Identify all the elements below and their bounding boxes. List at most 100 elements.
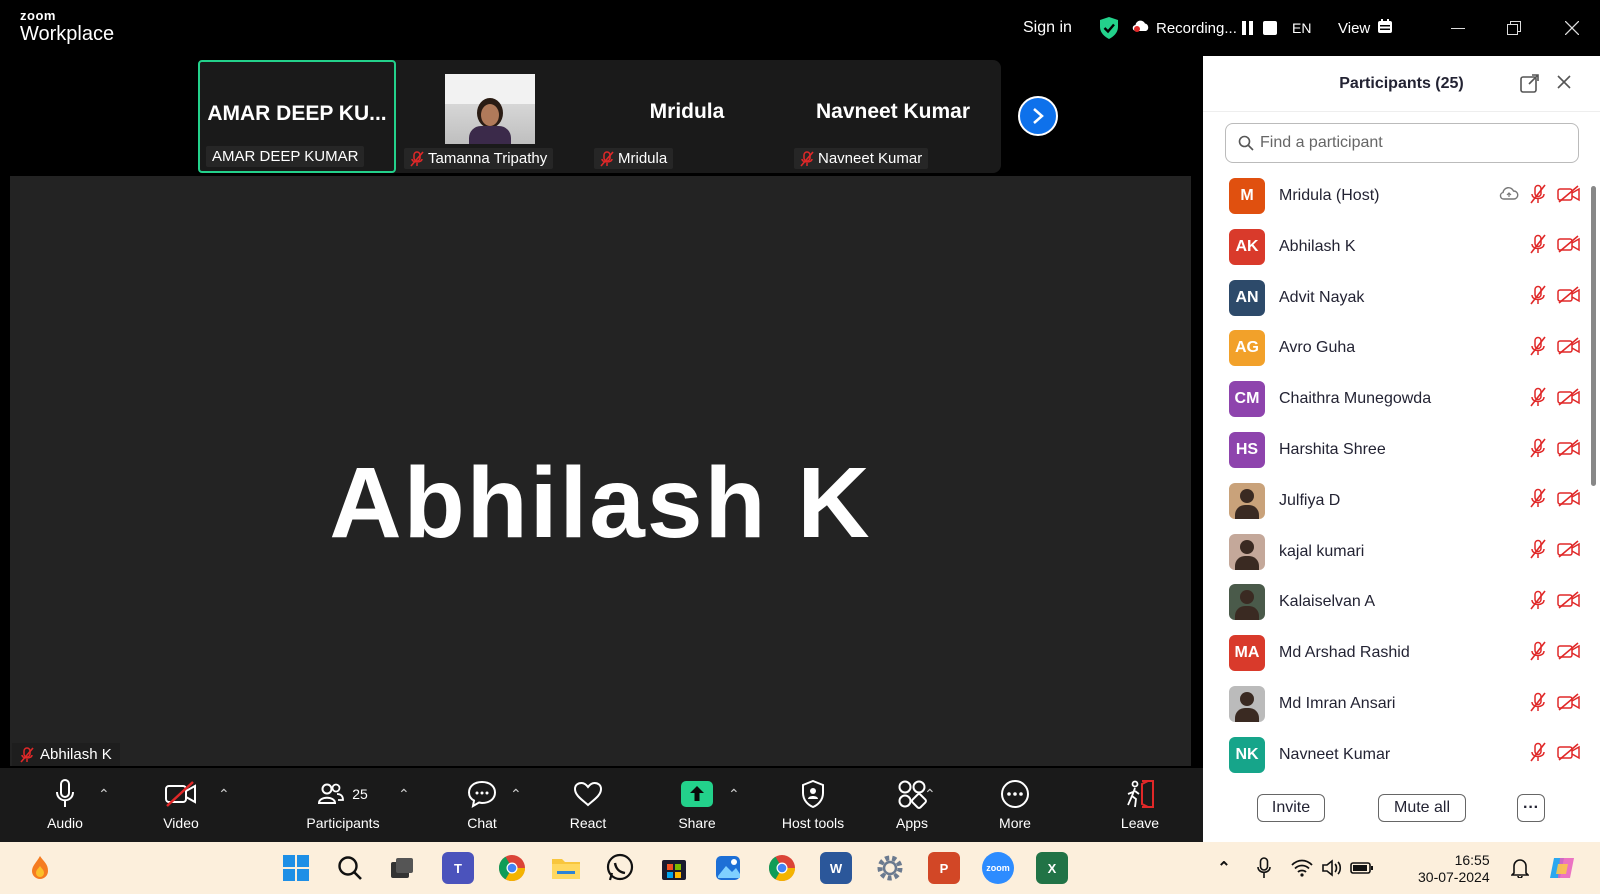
participants-options-caret-icon[interactable]: ⌃ bbox=[398, 786, 410, 803]
react-button[interactable]: React bbox=[566, 768, 610, 842]
thumbnail-tile[interactable]: Tamanna Tripathy bbox=[398, 60, 596, 173]
recording-status[interactable]: Recording... bbox=[1132, 0, 1237, 56]
chat-button[interactable]: Chat bbox=[460, 768, 504, 842]
video-off-icon[interactable] bbox=[1557, 184, 1581, 208]
view-button[interactable]: View bbox=[1338, 0, 1393, 56]
participant-row[interactable]: AG Avro Guha bbox=[1203, 322, 1583, 374]
sign-in-link[interactable]: Sign in bbox=[1023, 0, 1072, 56]
video-off-icon[interactable] bbox=[1557, 591, 1581, 614]
video-off-icon[interactable] bbox=[1557, 286, 1581, 309]
file-explorer-icon[interactable] bbox=[550, 852, 582, 884]
participants-button[interactable]: 25 Participants bbox=[300, 768, 386, 842]
video-off-icon[interactable] bbox=[1557, 692, 1581, 716]
muted-mic-icon[interactable] bbox=[1529, 539, 1547, 564]
chrome-profile-icon[interactable] bbox=[496, 852, 528, 884]
language-button[interactable]: EN bbox=[1292, 0, 1311, 56]
participant-row[interactable]: Kalaiselvan A bbox=[1203, 576, 1583, 628]
video-off-icon[interactable] bbox=[1557, 489, 1581, 512]
notifications-bell-icon[interactable] bbox=[1504, 852, 1536, 884]
show-hidden-icons-chevron-icon[interactable]: ⌃ bbox=[1208, 852, 1240, 884]
video-off-icon[interactable] bbox=[1557, 642, 1581, 665]
video-off-icon[interactable] bbox=[1557, 235, 1581, 258]
battery-icon[interactable] bbox=[1346, 852, 1378, 884]
microsoft-store-icon[interactable] bbox=[658, 852, 690, 884]
search-taskbar-icon[interactable] bbox=[334, 852, 366, 884]
thumbnail-tile[interactable]: AMAR DEEP KU... AMAR DEEP KUMAR bbox=[198, 60, 396, 173]
apps-button[interactable]: Apps bbox=[890, 768, 934, 842]
muted-mic-icon[interactable] bbox=[1529, 336, 1547, 361]
muted-mic-icon[interactable] bbox=[1529, 590, 1547, 615]
video-thumbnail-strip: AMAR DEEP KU... AMAR DEEP KUMAR Tamanna … bbox=[198, 60, 1001, 173]
apps-options-caret-icon[interactable]: ⌃ bbox=[924, 786, 936, 803]
video-off-icon[interactable] bbox=[1557, 438, 1581, 462]
thumbnail-tile[interactable]: Mridula Mridula bbox=[588, 60, 786, 173]
powerpoint-icon[interactable]: P bbox=[928, 852, 960, 884]
participant-row[interactable]: AK Abhilash K bbox=[1203, 221, 1583, 273]
security-shield-icon[interactable] bbox=[1098, 0, 1120, 56]
settings-gear-icon[interactable] bbox=[874, 852, 906, 884]
video-button[interactable]: Video bbox=[158, 768, 204, 842]
participant-list-scrollbar[interactable] bbox=[1591, 186, 1596, 486]
host-tools-button[interactable]: Host tools bbox=[768, 768, 858, 842]
wifi-icon[interactable] bbox=[1286, 852, 1318, 884]
muted-mic-icon[interactable] bbox=[1529, 692, 1547, 717]
more-button[interactable]: More bbox=[993, 768, 1037, 842]
muted-mic-icon[interactable] bbox=[1529, 184, 1547, 209]
participant-row[interactable]: HS Harshita Shree bbox=[1203, 424, 1583, 476]
whatsapp-icon[interactable] bbox=[604, 852, 636, 884]
participant-row[interactable]: AN Advit Nayak bbox=[1203, 272, 1583, 324]
participants-panel: Participants (25) Find a participant M Mr… bbox=[1203, 56, 1600, 842]
participant-row[interactable]: CM Chaithra Munegowda bbox=[1203, 373, 1583, 425]
muted-mic-icon[interactable] bbox=[1529, 488, 1547, 513]
close-panel-icon[interactable] bbox=[1557, 75, 1571, 94]
microphone-tray-icon[interactable] bbox=[1248, 852, 1280, 884]
invite-button[interactable]: Invite bbox=[1257, 794, 1325, 822]
muted-mic-icon[interactable] bbox=[1529, 285, 1547, 310]
leave-button[interactable]: Leave bbox=[1118, 768, 1162, 842]
share-button[interactable]: Share bbox=[675, 768, 719, 842]
restore-window-button[interactable] bbox=[1486, 0, 1542, 56]
widgets-icon[interactable] bbox=[24, 852, 56, 884]
muted-mic-icon[interactable] bbox=[1529, 641, 1547, 666]
participant-search-input[interactable]: Find a participant bbox=[1225, 123, 1579, 163]
copilot-icon[interactable] bbox=[1546, 852, 1578, 884]
video-off-icon[interactable] bbox=[1557, 388, 1581, 411]
volume-icon[interactable] bbox=[1316, 852, 1348, 884]
teams-icon[interactable]: T bbox=[442, 852, 474, 884]
thumbnail-tile[interactable]: Navneet Kumar Navneet Kumar bbox=[788, 60, 998, 173]
pause-recording-icon[interactable] bbox=[1242, 21, 1253, 35]
muted-mic-icon[interactable] bbox=[1529, 387, 1547, 412]
chrome-icon[interactable] bbox=[766, 852, 798, 884]
participant-row[interactable]: Md Imran Ansari bbox=[1203, 678, 1583, 730]
share-options-caret-icon[interactable]: ⌃ bbox=[728, 786, 740, 803]
video-options-caret-icon[interactable]: ⌃ bbox=[218, 786, 230, 803]
participant-row[interactable]: Julfiya D bbox=[1203, 475, 1583, 527]
audio-options-caret-icon[interactable]: ⌃ bbox=[98, 786, 110, 803]
participant-row[interactable]: kajal kumari bbox=[1203, 526, 1583, 578]
minimize-window-button[interactable] bbox=[1430, 0, 1486, 56]
photos-icon[interactable] bbox=[712, 852, 744, 884]
close-window-button[interactable] bbox=[1544, 0, 1600, 56]
participant-row[interactable]: NK Navneet Kumar bbox=[1203, 729, 1583, 781]
system-clock[interactable]: 16:55 30-07-2024 bbox=[1418, 852, 1490, 886]
chat-options-caret-icon[interactable]: ⌃ bbox=[510, 786, 522, 803]
excel-icon[interactable]: X bbox=[1036, 852, 1068, 884]
word-icon[interactable]: W bbox=[820, 852, 852, 884]
participant-row[interactable]: MA Md Arshad Rashid bbox=[1203, 627, 1583, 679]
participant-row[interactable]: M Mridula (Host) bbox=[1203, 170, 1583, 222]
zoom-taskbar-icon[interactable]: zoom bbox=[982, 852, 1014, 884]
muted-mic-icon[interactable] bbox=[1529, 234, 1547, 259]
video-off-icon[interactable] bbox=[1557, 337, 1581, 360]
muted-mic-icon[interactable] bbox=[1529, 742, 1547, 767]
muted-mic-icon[interactable] bbox=[1529, 438, 1547, 463]
more-options-button[interactable]: ··· bbox=[1517, 794, 1545, 822]
audio-button[interactable]: Audio bbox=[42, 768, 88, 842]
stop-recording-icon[interactable] bbox=[1263, 21, 1277, 35]
popout-icon[interactable] bbox=[1520, 73, 1540, 98]
start-menu-icon[interactable] bbox=[280, 852, 312, 884]
next-page-button[interactable] bbox=[1018, 96, 1058, 136]
video-off-icon[interactable] bbox=[1557, 540, 1581, 563]
mute-all-button[interactable]: Mute all bbox=[1378, 794, 1466, 822]
task-view-icon[interactable] bbox=[386, 852, 418, 884]
video-off-icon[interactable] bbox=[1557, 743, 1581, 766]
